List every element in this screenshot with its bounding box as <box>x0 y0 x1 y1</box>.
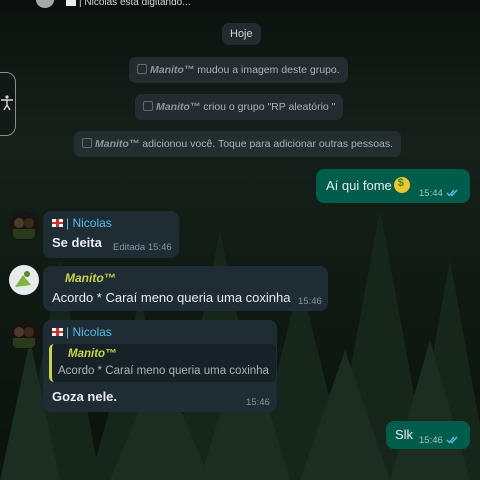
england-flag-icon <box>52 328 63 336</box>
message-text: Slk <box>395 427 414 442</box>
avatar-image <box>9 265 39 295</box>
system-message: Manito™ criou o grupo "RP aleatório " <box>135 94 344 120</box>
message-text: Goza nele. <box>52 389 118 404</box>
avatar-image <box>9 211 39 241</box>
england-flag-icon <box>52 219 63 227</box>
message-meta: 15:44 <box>419 188 460 199</box>
typing-indicator: | Nicolas está digitando... <box>66 0 191 8</box>
message-text: Acordo * Caraí meno queria uma coxinha <box>52 290 291 305</box>
accessibility-tab[interactable] <box>0 72 16 136</box>
message-meta: 15:46 <box>419 435 460 446</box>
message-time: 15:46 <box>298 296 322 307</box>
accessibility-icon <box>1 95 13 111</box>
sender-name[interactable]: Manito™ <box>65 271 116 285</box>
message-bubble-outgoing[interactable]: Aí qui fome 15:44 <box>316 169 470 203</box>
sender-name[interactable]: | Nicolas <box>52 325 112 339</box>
message-bubble-incoming[interactable]: Manito™ Acordo * Caraí meno queria uma c… <box>43 266 328 311</box>
read-ticks-icon <box>446 436 458 444</box>
add-user-icon <box>82 138 92 148</box>
book-icon <box>66 0 76 6</box>
message-bubble-outgoing[interactable]: Slk 15:46 <box>386 421 470 449</box>
system-message: Manito™ mudou a imagem deste grupo. <box>129 57 348 83</box>
avatar-manito[interactable] <box>9 265 39 295</box>
quoted-message[interactable]: Manito™ Acordo * Caraí meno queria uma c… <box>49 344 276 382</box>
quoted-sender: Manito™ <box>68 348 117 360</box>
avatar-nicolas[interactable] <box>9 211 39 241</box>
read-ticks-icon <box>446 189 458 197</box>
message-meta: Editada 15:46 <box>113 242 172 253</box>
system-message[interactable]: Manito™ adicionou você. Toque para adici… <box>74 131 402 157</box>
image-icon <box>137 64 147 74</box>
avatar-image <box>9 320 39 350</box>
date-separator: Hoje <box>222 23 261 45</box>
message-time: 15:46 <box>246 397 270 408</box>
message-text: Aí qui fome <box>326 178 392 193</box>
chat-header[interactable]: | Nicolas está digitando... <box>0 0 480 12</box>
sender-name[interactable]: | Nicolas <box>52 216 112 230</box>
message-bubble-incoming[interactable]: | Nicolas Se deita Editada 15:46 <box>43 211 179 258</box>
message-text: Se deita <box>52 235 102 250</box>
group-icon <box>143 101 153 111</box>
message-bubble-incoming[interactable]: | Nicolas Manito™ Acordo * Caraí meno qu… <box>43 320 277 412</box>
quoted-text: Acordo * Caraí meno queria uma coxinha <box>58 365 269 377</box>
avatar-nicolas[interactable] <box>9 320 39 350</box>
money-mouth-face-icon <box>393 177 410 193</box>
group-avatar[interactable] <box>36 0 54 8</box>
